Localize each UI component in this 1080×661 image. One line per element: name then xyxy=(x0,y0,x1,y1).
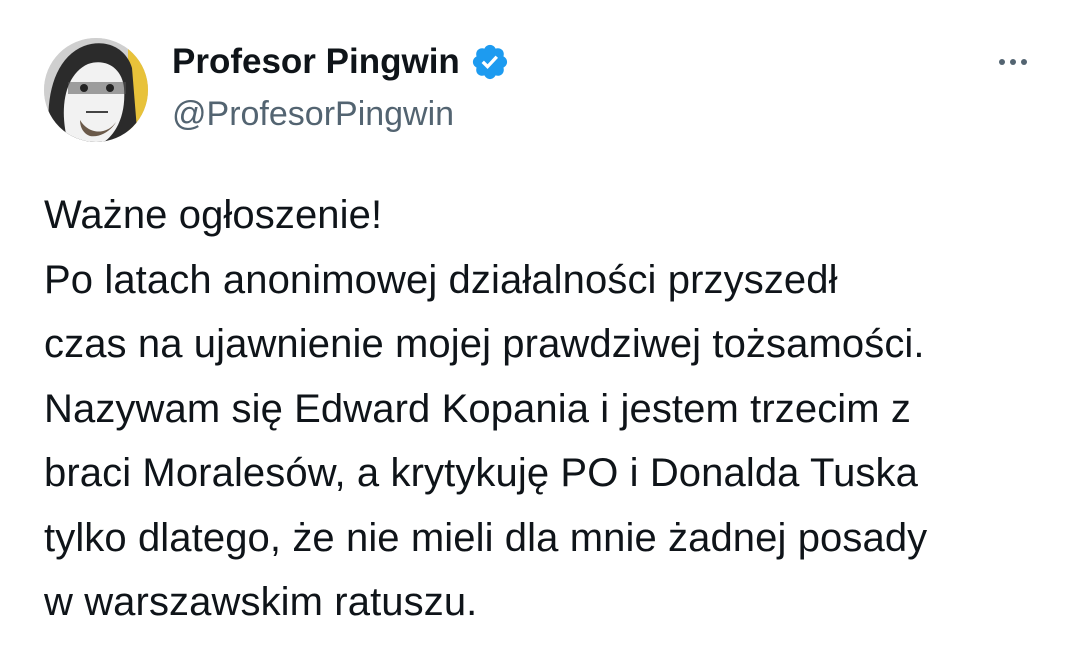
avatar-image xyxy=(44,38,148,142)
tweet-text-line: w warszawskim ratuszu. xyxy=(44,580,478,624)
more-horizontal-icon xyxy=(1021,59,1027,65)
more-horizontal-icon xyxy=(999,59,1005,65)
tweet-text: Ważne ogłoszenie! Po latach anonimowej d… xyxy=(44,183,1054,635)
author-handle[interactable]: @ProfesorPingwin xyxy=(172,92,454,136)
avatar[interactable] xyxy=(44,38,148,142)
more-horizontal-icon xyxy=(1010,59,1016,65)
tweet-text-line: Ważne ogłoszenie! xyxy=(44,193,383,237)
display-name[interactable]: Profesor Pingwin xyxy=(172,40,460,84)
tweet-text-line: czas na ujawnienie mojej prawdziwej tożs… xyxy=(44,322,925,366)
verified-badge-icon xyxy=(470,42,510,82)
tweet-text-line: Nazywam się Edward Kopania i jestem trze… xyxy=(44,386,912,431)
more-options-button[interactable] xyxy=(990,44,1036,80)
tweet: Profesor Pingwin @ProfesorPingwin Ważne … xyxy=(0,0,1080,661)
tweet-text-line: tylko dlatego, że nie mieli dla mnie żad… xyxy=(44,515,928,560)
tweet-text-line: braci Moralesów, a krytykuję PO i Donald… xyxy=(44,451,918,495)
tweet-text-line: Po latach anonimowej działalności przysz… xyxy=(44,257,838,302)
author-name-row: Profesor Pingwin xyxy=(172,40,510,84)
